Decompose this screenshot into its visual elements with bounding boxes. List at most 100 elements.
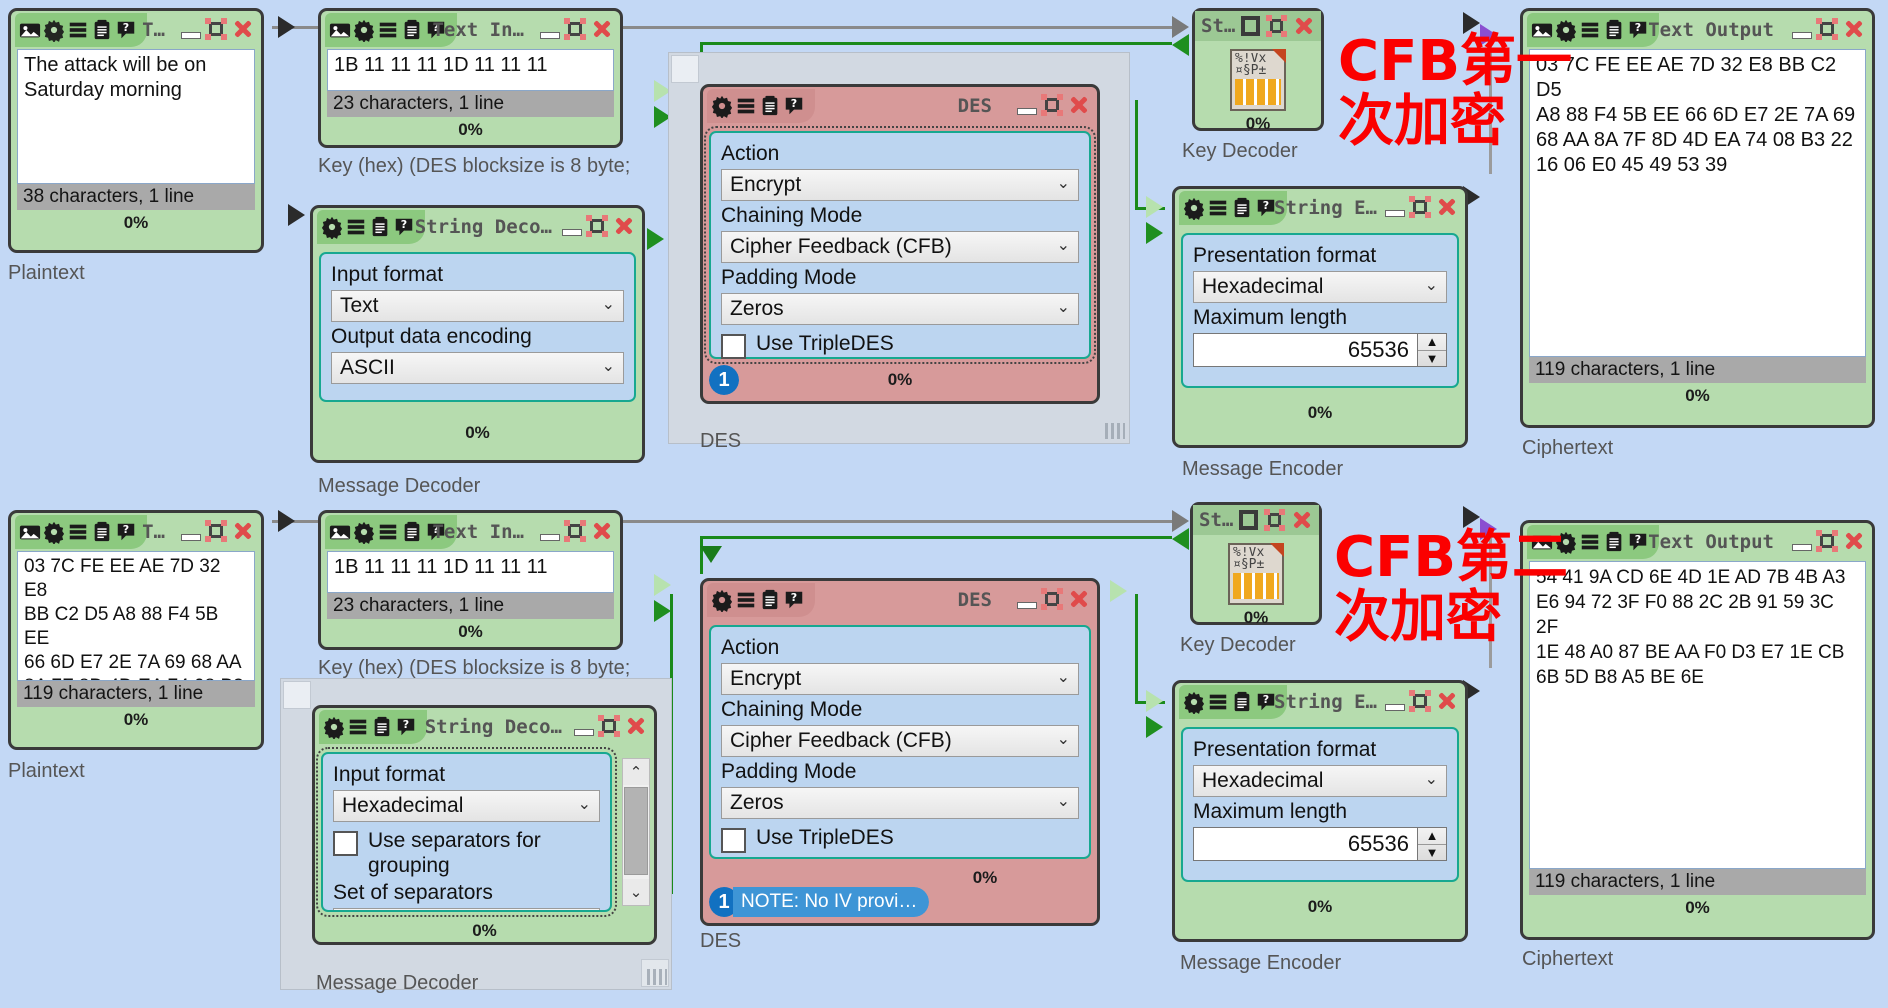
- scroll-down-icon[interactable]: ⌄: [623, 879, 649, 905]
- close-icon[interactable]: [1435, 689, 1459, 713]
- close-icon[interactable]: [1293, 14, 1315, 38]
- text-input-plaintext-1[interactable]: ? T… The attack will be on Saturday morn…: [8, 8, 264, 253]
- scrollbar-thumb[interactable]: [624, 787, 648, 875]
- text-input-key-2[interactable]: ? Text In… 1B 11 11 11 1D 11 11 11 23 ch…: [318, 510, 623, 650]
- restore-icon[interactable]: [1241, 16, 1261, 36]
- minimize-icon[interactable]: [181, 533, 201, 541]
- settings-scrollbar[interactable]: ⌃ ⌄: [622, 758, 650, 906]
- padding-mode-select[interactable]: Zeros ⌄: [721, 293, 1079, 325]
- use-tripledes-row[interactable]: Use TripleDES: [721, 825, 1079, 853]
- output-encoding-select[interactable]: ASCII ⌄: [331, 352, 624, 384]
- restore-icon[interactable]: [1239, 510, 1259, 530]
- minimize-icon[interactable]: [1792, 543, 1812, 551]
- maximize-icon[interactable]: [586, 215, 608, 237]
- maximize-icon[interactable]: [1266, 15, 1287, 37]
- plaintext-value[interactable]: 03 7C FE EE AE 7D 32 E8 BB C2 D5 A8 88 F…: [17, 551, 255, 681]
- close-icon[interactable]: [1291, 508, 1313, 532]
- maximize-icon[interactable]: [1816, 18, 1838, 40]
- close-icon[interactable]: [1842, 529, 1866, 553]
- maximize-icon[interactable]: [1409, 690, 1431, 712]
- close-icon[interactable]: [1067, 93, 1091, 117]
- ciphertext-value[interactable]: 03 7C FE EE AE 7D 32 E8 BB C2 D5 A8 88 F…: [1529, 49, 1866, 357]
- input-format-select[interactable]: Hexadecimal ⌄: [333, 790, 600, 822]
- maximize-icon[interactable]: [598, 715, 620, 737]
- key-decoder-2[interactable]: St… %!Vx ¤§P± 0%: [1190, 502, 1322, 627]
- des-badge-1[interactable]: 1: [709, 365, 739, 395]
- maximize-icon[interactable]: [205, 520, 227, 542]
- close-icon[interactable]: [231, 519, 255, 543]
- maximize-icon[interactable]: [1041, 588, 1063, 610]
- text-input-key-1[interactable]: ? Text In… 1B 11 11 11 1D 11 11 11 23 ch…: [318, 8, 623, 148]
- text-output-ciphertext-1[interactable]: ? Text Output 03 7C FE EE AE 7D 32 E8 BB…: [1520, 8, 1875, 428]
- close-icon[interactable]: [624, 714, 648, 738]
- text-input-plaintext-2[interactable]: ? T… 03 7C FE EE AE 7D 32 E8 BB C2 D5 A8…: [8, 510, 264, 750]
- close-icon[interactable]: [612, 214, 636, 238]
- maximize-icon[interactable]: [1409, 196, 1431, 218]
- close-icon[interactable]: [1435, 195, 1459, 219]
- stepper-arrows[interactable]: ▲ ▼: [1418, 827, 1447, 861]
- minimize-icon[interactable]: [562, 228, 582, 236]
- string-encoder-1[interactable]: ? String E… Presentation format Hexadeci…: [1172, 186, 1468, 448]
- maximize-icon[interactable]: [205, 18, 227, 40]
- des-component-1[interactable]: ? DES Action Encrypt ⌄ Chaining Mode Cip…: [700, 84, 1100, 404]
- maximum-length-stepper[interactable]: 65536 ▲ ▼: [1193, 333, 1447, 367]
- maximum-length-stepper[interactable]: 65536 ▲ ▼: [1193, 827, 1447, 861]
- maximize-icon[interactable]: [1816, 530, 1838, 552]
- minimize-icon[interactable]: [1017, 107, 1037, 115]
- resize-grip[interactable]: [647, 969, 667, 985]
- des-badge-2[interactable]: 1 NOTE: No IV provi…: [709, 887, 930, 917]
- ciphertext-value[interactable]: 54 41 9A CD 6E 4D 1E AD 7B 4B A3 E6 94 7…: [1529, 561, 1866, 869]
- close-icon[interactable]: [590, 519, 614, 543]
- string-encoder-2[interactable]: ? String E… Presentation format Hexadeci…: [1172, 680, 1468, 942]
- maximize-icon[interactable]: [1041, 94, 1063, 116]
- close-icon[interactable]: [1842, 17, 1866, 41]
- maximum-length-value[interactable]: 65536: [1193, 827, 1418, 861]
- action-select[interactable]: Encrypt ⌄: [721, 169, 1079, 201]
- maximize-icon[interactable]: [564, 18, 586, 40]
- key-decoder-1[interactable]: St… %!Vx ¤§P± 0%: [1192, 8, 1324, 133]
- minimize-icon[interactable]: [181, 31, 201, 39]
- caption-message-decoder-2: Message Decoder: [316, 972, 479, 994]
- chaining-mode-select[interactable]: Cipher Feedback (CFB) ⌄: [721, 231, 1079, 263]
- maximize-icon[interactable]: [564, 520, 586, 542]
- minimize-icon[interactable]: [1017, 601, 1037, 609]
- minimize-icon[interactable]: [1792, 31, 1812, 39]
- action-select[interactable]: Encrypt ⌄: [721, 663, 1079, 695]
- stepper-arrows[interactable]: ▲ ▼: [1418, 333, 1447, 367]
- set-of-separators-input[interactable]: [333, 908, 600, 910]
- key-value[interactable]: 1B 11 11 11 1D 11 11 11: [327, 49, 614, 91]
- spinner-up-icon[interactable]: ▲: [1418, 828, 1446, 845]
- close-icon[interactable]: [1067, 587, 1091, 611]
- minimize-icon[interactable]: [574, 728, 594, 736]
- key-value[interactable]: 1B 11 11 11 1D 11 11 11: [327, 551, 614, 593]
- string-decoder-2[interactable]: ? String Deco… Input format Hexadecimal …: [312, 705, 657, 945]
- spinner-up-icon[interactable]: ▲: [1418, 334, 1446, 351]
- scroll-up-icon[interactable]: ⌃: [623, 759, 649, 785]
- use-tripledes-checkbox[interactable]: [721, 334, 746, 359]
- text-output-ciphertext-2[interactable]: ? Text Output 54 41 9A CD 6E 4D 1E AD 7B…: [1520, 520, 1875, 940]
- resize-grip[interactable]: [1105, 423, 1125, 439]
- string-decoder-1[interactable]: ? String Deco… Input format Text ⌄ Outpu…: [310, 205, 645, 463]
- use-tripledes-checkbox[interactable]: [721, 828, 746, 853]
- use-tripledes-row[interactable]: Use TripleDES: [721, 331, 1079, 359]
- maximum-length-value[interactable]: 65536: [1193, 333, 1418, 367]
- close-icon[interactable]: [231, 17, 255, 41]
- progress-label: 0%: [1307, 403, 1333, 422]
- close-icon[interactable]: [590, 17, 614, 41]
- minimize-icon[interactable]: [540, 533, 560, 541]
- minimize-icon[interactable]: [540, 31, 560, 39]
- padding-mode-select[interactable]: Zeros ⌄: [721, 787, 1079, 819]
- chaining-mode-select[interactable]: Cipher Feedback (CFB) ⌄: [721, 725, 1079, 757]
- spinner-down-icon[interactable]: ▼: [1418, 845, 1446, 861]
- des-component-2[interactable]: ? DES Action Encrypt ⌄ Chaining Mode Cip…: [700, 578, 1100, 926]
- presentation-format-select[interactable]: Hexadecimal ⌄: [1193, 765, 1447, 797]
- presentation-format-select[interactable]: Hexadecimal ⌄: [1193, 271, 1447, 303]
- use-separators-checkbox[interactable]: [333, 831, 358, 856]
- spinner-down-icon[interactable]: ▼: [1418, 351, 1446, 367]
- maximize-icon[interactable]: [1264, 509, 1285, 531]
- plaintext-value[interactable]: The attack will be on Saturday morning: [17, 49, 255, 184]
- use-separators-row[interactable]: Use separators for grouping: [333, 828, 600, 878]
- minimize-icon[interactable]: [1385, 209, 1405, 217]
- minimize-icon[interactable]: [1385, 703, 1405, 711]
- input-format-select[interactable]: Text ⌄: [331, 290, 624, 322]
